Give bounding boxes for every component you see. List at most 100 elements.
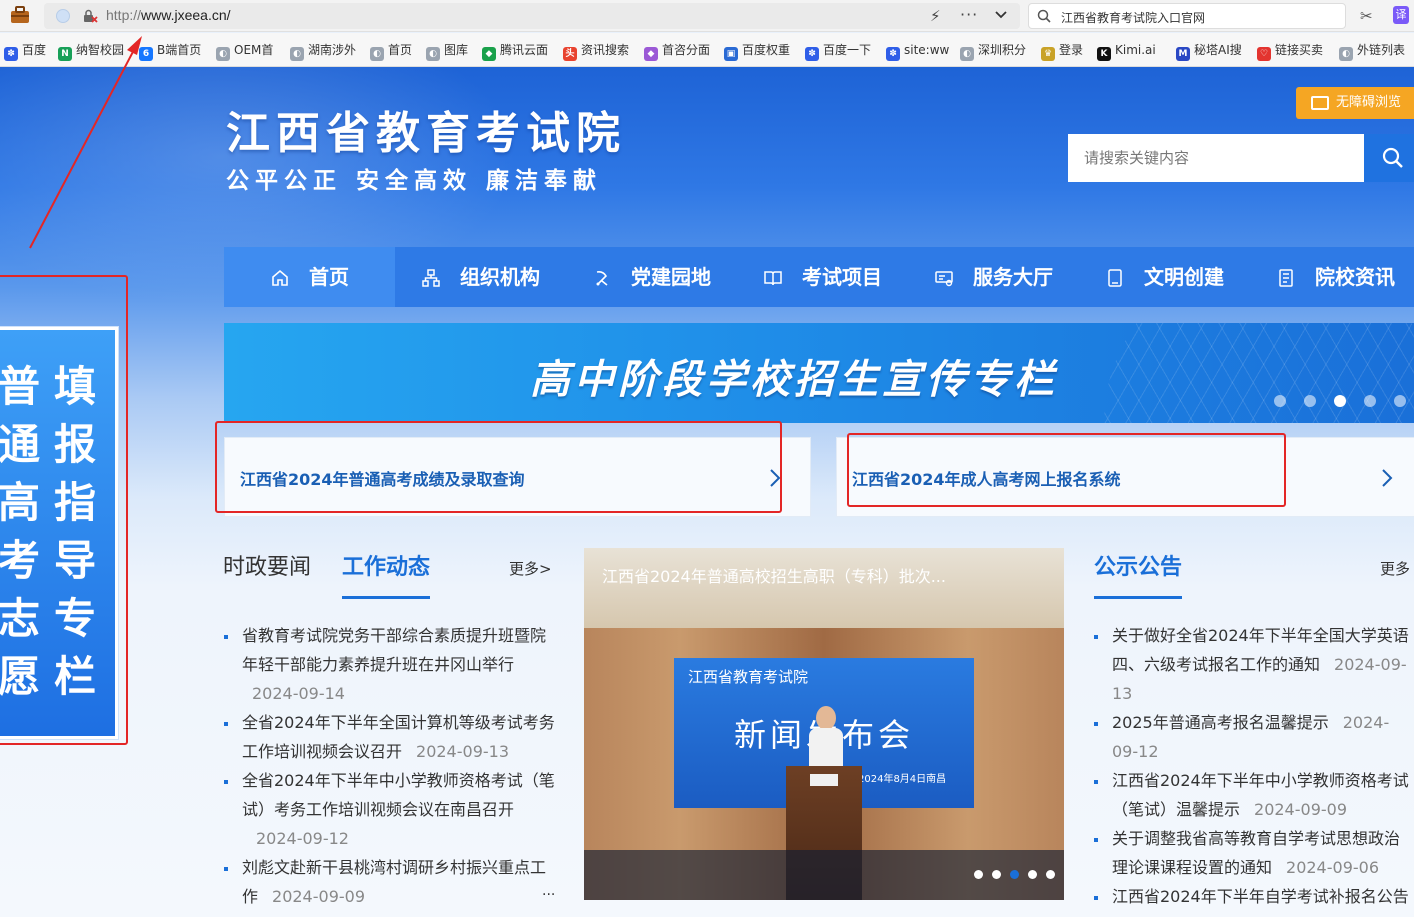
notices-more-link[interactable]: 更多 bbox=[1380, 558, 1410, 579]
bookmark-item[interactable]: N 纳智校园 bbox=[58, 42, 124, 61]
bookmark-label: 首页 bbox=[388, 43, 413, 57]
photo-dot-active[interactable] bbox=[1010, 870, 1019, 879]
list-item[interactable]: 省教育考试院党务干部综合素质提升班暨院年轻干部能力素养提升班在井冈山举行 2024… bbox=[224, 621, 560, 708]
photo-dot[interactable] bbox=[992, 870, 1001, 879]
bookmark-item[interactable]: 6 B端首页 bbox=[139, 42, 201, 61]
news-photo-carousel[interactable]: 江西省教育考试院 新闻发布会 2024年8月4日南昌 江西省2024年普通高校招… bbox=[584, 548, 1064, 900]
bookmark-item[interactable]: ◐ 外链列表 bbox=[1339, 42, 1406, 61]
bookmark-item[interactable]: K Kimi.ai bbox=[1097, 42, 1156, 61]
nav-label: 服务大厅 bbox=[973, 265, 1053, 289]
nav-organization[interactable]: 组织机构 bbox=[395, 247, 566, 307]
bookmark-label: OEM首 bbox=[234, 43, 274, 57]
accessibility-button[interactable]: 无障碍浏览 bbox=[1296, 87, 1414, 119]
volunteer-guide-panel[interactable]: 普通高考志愿 填报指导专栏 bbox=[0, 327, 118, 739]
search-icon bbox=[1037, 9, 1051, 23]
banner-dot[interactable] bbox=[1394, 395, 1406, 407]
nav-party-building[interactable]: 党建园地 bbox=[566, 247, 737, 307]
tablet-icon bbox=[1108, 269, 1122, 287]
bookmark-item[interactable]: ✽ 百度一下 bbox=[805, 42, 871, 61]
nav-exam-projects[interactable]: 考试项目 bbox=[737, 247, 908, 307]
bookmark-item[interactable]: ◐ 图库 bbox=[426, 42, 468, 61]
site-motto: 公平公正 安全高效 廉洁奉献 bbox=[226, 168, 603, 194]
bookmark-item[interactable]: 头资讯搜索 bbox=[563, 42, 629, 61]
address-bar[interactable]: http://www.jxeea.cn/ ⚡ ··· bbox=[44, 3, 1020, 29]
quick-link-gaokao-score[interactable]: 江西省2024年普通高考成绩及录取查询 bbox=[224, 437, 811, 517]
panel-column-2: 填报指导专栏 bbox=[53, 362, 96, 701]
bookmark-favicon-icon: ◆ bbox=[482, 47, 496, 61]
chevron-right-icon bbox=[1382, 469, 1393, 487]
list-item[interactable]: 全省2024年下半年中小学教师资格考试（笔试）考务工作培训视频会议在南昌召开 20… bbox=[224, 766, 560, 853]
list-item-title[interactable]: 江西省2024年下半年自学考试补报名公告 bbox=[1112, 887, 1409, 906]
nav-civilization[interactable]: 文明创建 bbox=[1079, 247, 1250, 307]
bookmark-item[interactable]: ▣ 百度权重 bbox=[724, 42, 791, 61]
service-icon bbox=[935, 271, 953, 287]
photo-dot[interactable] bbox=[1028, 870, 1037, 879]
browser-search-box[interactable]: 江西省教育考试院入口官网 bbox=[1028, 3, 1346, 29]
list-item[interactable]: 刘彪文赴新干县桃湾村调研乡村振兴重点工作 2024-09-09 bbox=[224, 853, 560, 911]
nav-label: 首页 bbox=[309, 265, 349, 289]
notices-title[interactable]: 公示公告 bbox=[1094, 549, 1182, 581]
bookmark-item[interactable]: ◐ 首页 bbox=[370, 42, 413, 61]
list-item[interactable]: 关于做好全省2024年下半年全国大学英语四、六级考试报名工作的通知 2024-09… bbox=[1094, 621, 1414, 708]
banner-dot[interactable] bbox=[1304, 395, 1316, 407]
banner-dot[interactable] bbox=[1364, 395, 1376, 407]
bookmark-item[interactable]: ♛ 登录 bbox=[1041, 42, 1083, 61]
nav-home[interactable]: 首页 bbox=[224, 247, 395, 307]
news-more-link[interactable]: 更多> bbox=[509, 558, 552, 579]
list-item-title[interactable]: 全省2024年下半年中小学教师资格考试（笔试）考务工作培训视频会议在南昌召开 bbox=[242, 771, 555, 819]
site-search-input[interactable] bbox=[1068, 134, 1364, 182]
bookmark-item[interactable]: ◆ 首咨分面 bbox=[644, 42, 710, 61]
bookmark-favicon-icon: ▣ bbox=[724, 47, 738, 61]
nav-service-hall[interactable]: 服务大厅 bbox=[908, 247, 1079, 307]
chevron-right-icon bbox=[770, 469, 781, 487]
list-item-title[interactable]: 省教育考试院党务干部综合素质提升班暨院年轻干部能力素养提升班在井冈山举行 bbox=[242, 626, 546, 674]
tab-active-underline bbox=[342, 596, 430, 599]
site-title[interactable]: 江西省教育考试院 bbox=[226, 97, 626, 161]
quick-link-adult-gaokao[interactable]: 江西省2024年成人高考网上报名系统 bbox=[836, 437, 1414, 517]
bookmark-item[interactable]: ◐ 深圳积分 bbox=[960, 42, 1027, 61]
bookmark-item[interactable]: ◆ 腾讯云面 bbox=[482, 42, 549, 61]
scissors-icon[interactable]: ✂ bbox=[1360, 7, 1373, 25]
photo-dot[interactable] bbox=[1046, 870, 1055, 879]
bookmark-favicon-icon: ✽ bbox=[4, 47, 18, 61]
bookmark-item[interactable]: M 秘塔AI搜 bbox=[1176, 42, 1242, 61]
list-item-title[interactable]: 2025年普通高考报名温馨提示 bbox=[1112, 713, 1329, 732]
banner-title[interactable]: 高中阶段学校招生宣传专栏 bbox=[530, 347, 1058, 405]
insecure-lock-icon[interactable] bbox=[82, 8, 98, 24]
site-info-icon[interactable] bbox=[56, 9, 70, 23]
bookmark-item[interactable]: ✽ site:ww bbox=[886, 42, 950, 61]
chevron-down-icon[interactable] bbox=[994, 8, 1008, 22]
bookmark-favicon-icon: ◆ bbox=[644, 47, 658, 61]
list-item[interactable]: 关于调整我省高等教育自学考试思想政治理论课课程设置的通知 2024-09-06 bbox=[1094, 824, 1414, 882]
list-item[interactable]: 全省2024年下半年全国计算机等级考试考务工作培训视频会议召开 2024-09-1… bbox=[224, 708, 560, 766]
photo-dot[interactable] bbox=[974, 870, 983, 879]
list-item-date: 2024-09-14 bbox=[252, 684, 345, 703]
list-item[interactable]: 江西省2024年下半年中小学教师资格考试（笔试）温馨提示 2024-09-09 bbox=[1094, 766, 1414, 824]
bookmark-label: 百度权重 bbox=[742, 43, 791, 57]
banner-carousel[interactable]: 高中阶段学校招生宣传专栏 bbox=[224, 323, 1414, 423]
tab-politics-news[interactable]: 时政要闻 bbox=[223, 549, 311, 581]
list-item[interactable]: 江西省2024年下半年自学考试补报名公告 bbox=[1094, 882, 1414, 911]
banner-dot[interactable] bbox=[1274, 395, 1286, 407]
photo-caption[interactable]: 江西省2024年普通高校招生高职（专科）批次... bbox=[602, 563, 946, 587]
tab-work-updates[interactable]: 工作动态 bbox=[342, 549, 430, 581]
bookmark-item[interactable]: ✽ 百度 bbox=[4, 42, 46, 61]
briefcase-icon[interactable] bbox=[10, 6, 30, 24]
bookmark-label: site:ww bbox=[904, 43, 950, 57]
bookmark-item[interactable]: ♡ 链接买卖 bbox=[1257, 42, 1323, 61]
bookmark-label: 外链列表 bbox=[1357, 43, 1406, 57]
list-item[interactable]: 2025年普通高考报名温馨提示 2024-09-12 bbox=[1094, 708, 1414, 766]
bookmark-label: 腾讯云面 bbox=[500, 43, 549, 57]
bookmark-item[interactable]: ◐ 湖南涉外 bbox=[290, 42, 356, 61]
lightning-icon[interactable]: ⚡ bbox=[930, 7, 941, 25]
site-search-button[interactable] bbox=[1364, 134, 1414, 182]
bookmark-label: 深圳积分 bbox=[978, 43, 1027, 57]
more-icon[interactable]: ··· bbox=[960, 5, 978, 24]
book-icon bbox=[764, 271, 782, 286]
nav-school-news[interactable]: 院校资讯 bbox=[1250, 247, 1414, 307]
url-text[interactable]: http://www.jxeea.cn/ bbox=[106, 7, 231, 23]
translate-icon[interactable]: 译 bbox=[1393, 6, 1409, 24]
banner-dot-active[interactable] bbox=[1334, 395, 1346, 407]
bookmark-item[interactable]: ◐ OEM首 bbox=[216, 42, 274, 61]
monitor-icon bbox=[1311, 96, 1329, 110]
